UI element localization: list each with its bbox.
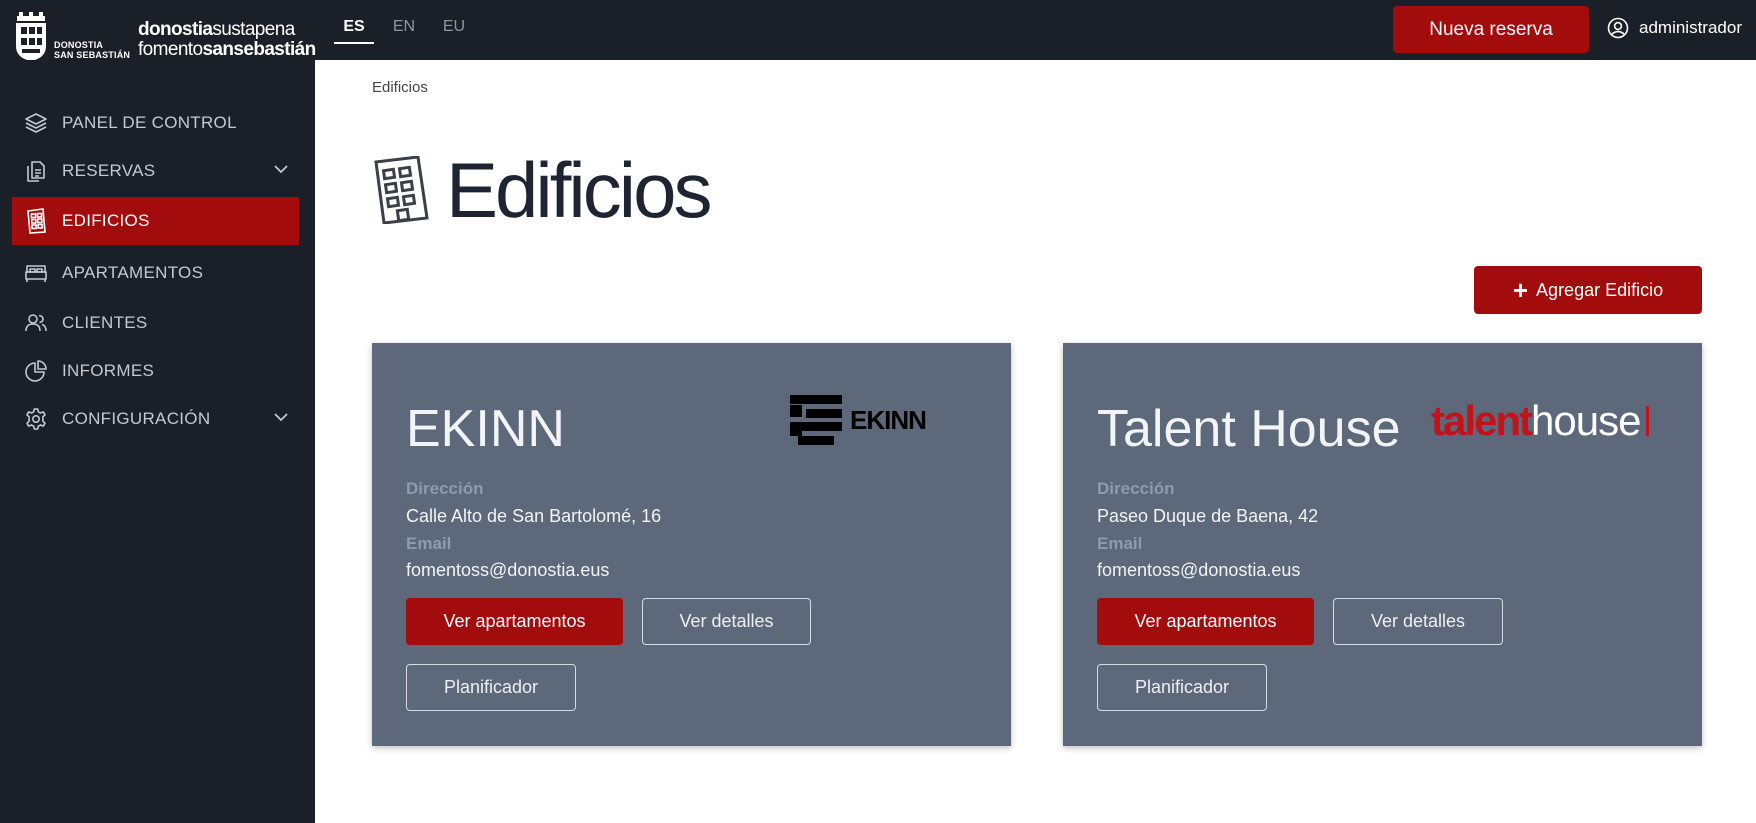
add-building-label: Agregar Edificio (1536, 279, 1664, 300)
talent-house-logo: talent house (1431, 397, 1650, 445)
top-bar: DONOSTIA SAN SEBASTIÁN donostiasustapena… (0, 0, 1756, 61)
building-name: EKINN (406, 400, 565, 458)
city-name-line2: SAN SEBASTIÁN (54, 50, 131, 60)
sidebar-item-informes[interactable]: INFORMES (12, 347, 299, 395)
chevron-down-icon (274, 165, 288, 174)
building-card-ekinn: EKINN EKINN Dirección Calle Alto de San … (372, 343, 1011, 746)
city-shield-icon (16, 12, 46, 61)
pie-chart-icon (22, 357, 50, 385)
city-logo[interactable]: DONOSTIA SAN SEBASTIÁN (14, 12, 130, 64)
sidebar-item-label: RESERVAS (62, 161, 156, 180)
add-building-button[interactable]: + Agregar Edificio (1474, 266, 1702, 314)
sidebar-item-clientes[interactable]: CLIENTES (12, 299, 299, 347)
sidebar-item-label: CONFIGURACIÓN (62, 409, 211, 428)
view-apartments-button[interactable]: Ver apartamentos (406, 598, 623, 645)
sidebar-item-label: INFORMES (62, 361, 155, 380)
email-label: Email (406, 534, 452, 553)
address-label: Dirección (406, 479, 484, 498)
plus-icon: + (1512, 275, 1529, 305)
new-booking-button[interactable]: Nueva reserva (1393, 6, 1589, 53)
email-label: Email (1097, 534, 1143, 553)
lang-tab-en[interactable]: EN (384, 18, 424, 44)
building-card-talent-house: Talent House talent house Dirección Pase… (1063, 343, 1702, 746)
page-title-text: Edificios (446, 146, 712, 234)
sidebar-item-reservas[interactable]: RESERVAS (12, 147, 299, 195)
bed-icon (22, 259, 50, 287)
sidebar: PANEL DE CONTROL RESERVAS EDIFICIOS APAR… (0, 60, 315, 823)
view-details-button[interactable]: Ver detalles (1333, 598, 1503, 645)
talent-house-logo-bar-icon (1646, 406, 1650, 436)
talent-house-logo-red: talent (1431, 397, 1533, 444)
user-circle-icon (1607, 17, 1629, 39)
planner-button[interactable]: Planificador (406, 664, 576, 711)
address-label: Dirección (1097, 479, 1175, 498)
address-value: Paseo Duque de Baena, 42 (1097, 506, 1319, 526)
talent-house-logo-white: house (1531, 397, 1641, 444)
breadcrumb: Edificios (372, 79, 428, 96)
planner-button[interactable]: Planificador (1097, 664, 1267, 711)
ekinn-logo: EKINN (790, 395, 927, 445)
building-name: Talent House (1097, 400, 1401, 458)
user-menu[interactable]: administrador (1607, 17, 1742, 39)
layers-icon (22, 109, 50, 137)
sidebar-item-label: PANEL DE CONTROL (62, 113, 237, 132)
email-value: fomentoss@donostia.eus (1097, 560, 1301, 580)
sidebar-item-edificios[interactable]: EDIFICIOS (12, 197, 299, 245)
sidebar-item-configuracion[interactable]: CONFIGURACIÓN (12, 395, 299, 443)
lang-tab-eu[interactable]: EU (434, 18, 474, 44)
page-title: Edificios (372, 146, 712, 234)
view-apartments-button[interactable]: Ver apartamentos (1097, 598, 1314, 645)
documents-icon (22, 157, 50, 185)
ekinn-logo-mark-icon (790, 395, 842, 445)
sidebar-item-panel-de-control[interactable]: PANEL DE CONTROL (12, 99, 299, 147)
wordmark-thin-2: fomento (138, 39, 203, 60)
brand-wordmark: donostiasustapena fomentosansebastián (138, 20, 316, 60)
sidebar-item-label: EDIFICIOS (62, 211, 150, 230)
view-details-button[interactable]: Ver detalles (642, 598, 811, 645)
wordmark-bold-1: donostia (138, 19, 213, 40)
lang-tab-es[interactable]: ES (334, 18, 374, 44)
users-icon (22, 309, 50, 337)
user-name: administrador (1639, 18, 1742, 37)
building-icon (374, 156, 429, 224)
chevron-down-icon (274, 413, 288, 422)
sidebar-item-label: CLIENTES (62, 313, 148, 332)
gear-icon (22, 405, 50, 433)
building-icon (22, 207, 50, 235)
wordmark-thin-1: sustapena (212, 19, 295, 40)
ekinn-logo-text: EKINN (850, 404, 927, 435)
address-value: Calle Alto de San Bartolomé, 16 (406, 506, 662, 526)
wordmark-bold-2: sansebastián (202, 39, 316, 60)
email-value: fomentoss@donostia.eus (406, 560, 610, 580)
sidebar-item-apartamentos[interactable]: APARTAMENTOS (12, 249, 299, 297)
sidebar-item-label: APARTAMENTOS (62, 263, 204, 282)
language-tabs: ES EN EU (334, 18, 474, 44)
city-name: DONOSTIA SAN SEBASTIÁN (54, 40, 130, 60)
city-name-line1: DONOSTIA (54, 40, 104, 50)
